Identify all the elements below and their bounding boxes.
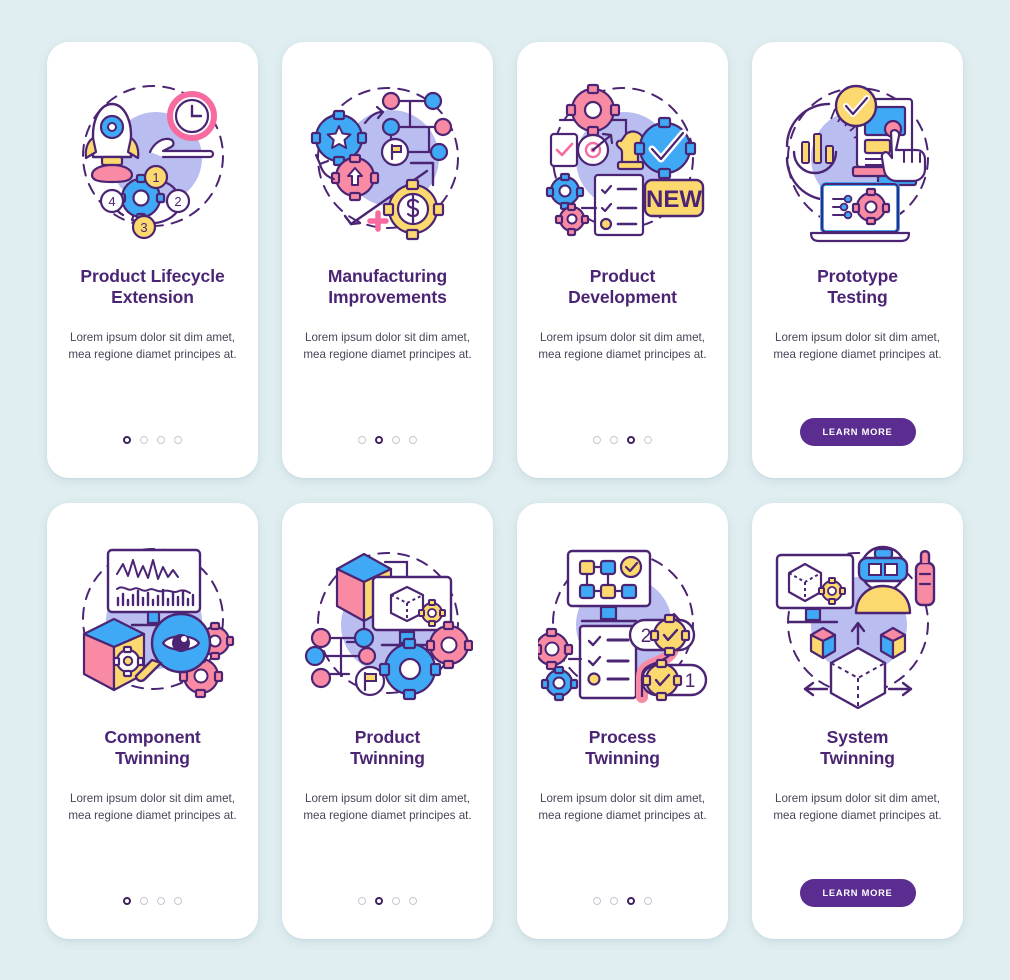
card-title-line-1: Process [588, 726, 657, 747]
card-title-line-2: Twinning [585, 747, 660, 768]
onboarding-card-manufacturing-improvements: Manufacturing Improvements Lorem ipsum d… [282, 41, 493, 478]
learn-more-button[interactable]: LEARN MORE [799, 878, 916, 907]
pagination-dot-4[interactable] [409, 435, 417, 444]
pagination-dot-4[interactable] [409, 896, 417, 905]
pagination-dots[interactable] [593, 435, 652, 444]
pagination-dots[interactable] [358, 435, 417, 444]
pagination-dot-1[interactable] [593, 896, 601, 905]
onboarding-card-system-twinning: System Twinning Lorem ipsum dolor sit di… [752, 502, 963, 939]
onboarding-card-component-twinning: Component Twinning Lorem ipsum dolor sit… [47, 502, 258, 939]
pagination-dot-2[interactable] [140, 435, 148, 444]
onboarding-screens-board: 1 2 3 4 Product Lifecycle Extension Lore… [0, 0, 1010, 980]
pagination-dot-4[interactable] [174, 435, 182, 444]
onboarding-card-product-development: NEW Product Development Lorem ipsum dolo… [517, 41, 728, 478]
onboarding-card-process-twinning: 2 1 Process Twinning Lorem ipsum dolor s… [517, 502, 728, 939]
card-title-line-2: Development [568, 286, 677, 307]
step-label-1: 1 [684, 671, 695, 692]
card-title: Manufacturing Improvements [328, 266, 447, 309]
svg-text:4: 4 [108, 194, 115, 209]
monitor-waveform-cube-magnifier-eye-gears-illustration [68, 537, 238, 709]
rocket-gear-clock-hand-cycle-illustration: 1 2 3 4 [68, 76, 238, 248]
svg-text:2: 2 [174, 194, 181, 209]
pagination-dot-1[interactable] [123, 435, 131, 444]
card-title: Prototype Testing [817, 266, 898, 309]
card-description: Lorem ipsum dolor sit dim amet, mea regi… [538, 792, 707, 822]
pagination-dot-1[interactable] [593, 435, 601, 444]
flowchart-monitor-checklist-steps-gears-illustration: 2 1 [537, 537, 708, 709]
card-title-line-1: Component [104, 726, 201, 747]
card-description: Lorem ipsum dolor sit dim amet, mea regi… [303, 792, 472, 822]
svg-text:3: 3 [140, 220, 147, 235]
pagination-dot-4[interactable] [174, 896, 182, 905]
card-title-line-1: Manufacturing [327, 265, 448, 286]
card-title-line-2: Extension [111, 286, 194, 307]
pagination-dot-4[interactable] [644, 435, 652, 444]
pagination-dots[interactable] [593, 896, 652, 905]
onboarding-card-prototype-testing: Prototype Testing Lorem ipsum dolor sit … [752, 41, 963, 478]
pagination-dot-3[interactable] [627, 896, 635, 905]
card-title: System Twinning [820, 727, 895, 770]
card-title-line-2: Twinning [350, 747, 425, 768]
card-title: Process Twinning [585, 727, 660, 770]
card-description: Lorem ipsum dolor sit dim amet, mea regi… [68, 331, 237, 361]
onboarding-card-product-twinning: Product Twinning Lorem ipsum dolor sit d… [282, 502, 493, 939]
card-description: Lorem ipsum dolor sit dim amet, mea regi… [538, 331, 707, 361]
card-description: Lorem ipsum dolor sit dim amet, mea regi… [303, 331, 472, 361]
onboarding-card-product-lifecycle-extension: 1 2 3 4 Product Lifecycle Extension Lore… [47, 41, 258, 478]
learn-more-button[interactable]: LEARN MORE [799, 417, 916, 446]
cube-monitor-network-gears-flag-illustration [303, 537, 473, 709]
card-title-line-2: Twinning [115, 747, 190, 768]
pagination-dot-1[interactable] [358, 896, 366, 905]
pagination-dot-4[interactable] [644, 896, 652, 905]
new-badge-label: NEW [646, 186, 702, 213]
pagination-dot-3[interactable] [627, 435, 635, 444]
card-description: Lorem ipsum dolor sit dim amet, mea regi… [773, 331, 942, 361]
step-label-2: 2 [640, 626, 651, 647]
chart-checkmark-hand-laptop-gear-illustration [773, 76, 943, 248]
pagination-dots[interactable] [123, 896, 182, 905]
card-title-line-2: Improvements [328, 286, 447, 307]
card-title-line-2: Testing [827, 286, 888, 307]
svg-text:1: 1 [152, 170, 159, 185]
gears-star-arrow-dollar-growth-illustration [303, 76, 473, 248]
gears-checklist-target-new-badge-illustration: NEW [538, 76, 708, 248]
pagination-dot-1[interactable] [358, 435, 366, 444]
card-title: Product Development [568, 266, 677, 309]
pagination-dot-1[interactable] [123, 896, 131, 905]
card-title-line-1: Product Lifecycle [80, 265, 225, 286]
card-description: Lorem ipsum dolor sit dim amet, mea regi… [773, 792, 942, 822]
card-title: Product Lifecycle Extension [80, 266, 224, 309]
pagination-dot-2[interactable] [610, 896, 618, 905]
card-title: Component Twinning [104, 727, 200, 770]
pagination-dot-2[interactable] [610, 435, 618, 444]
card-description: Lorem ipsum dolor sit dim amet, mea regi… [68, 792, 237, 822]
card-title-line-1: Product [354, 726, 421, 747]
pagination-dot-2[interactable] [375, 435, 383, 444]
pagination-dot-3[interactable] [392, 896, 400, 905]
card-title-line-1: Product [589, 265, 656, 286]
pagination-dot-3[interactable] [157, 435, 165, 444]
pagination-dots[interactable] [358, 896, 417, 905]
card-title: Product Twinning [350, 727, 425, 770]
pagination-dot-3[interactable] [392, 435, 400, 444]
card-title-line-2: Twinning [820, 747, 895, 768]
monitor-cube-vr-person-cubes-illustration [773, 537, 943, 709]
pagination-dot-2[interactable] [375, 896, 383, 905]
card-title-line-1: Prototype [817, 265, 898, 286]
pagination-dots[interactable] [123, 435, 182, 444]
pagination-dot-2[interactable] [140, 896, 148, 905]
pagination-dot-3[interactable] [157, 896, 165, 905]
card-title-line-1: System [826, 726, 889, 747]
